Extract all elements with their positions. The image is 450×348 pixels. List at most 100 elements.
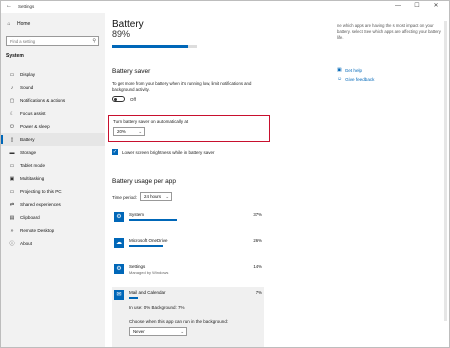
clipboard-icon: ▤ [9,214,15,221]
feedback-icon: ☺ [337,76,343,82]
toggle-state-label: Off [130,97,136,102]
main-content: Battery 89% Battery saver To get more fr… [105,13,449,347]
gear-icon: ⚙ [114,212,124,222]
sidebar-item-shared-experiences[interactable]: ⇄ Shared experiences [1,198,105,211]
sidebar-item-label: Projecting to this PC [20,189,62,194]
sidebar-item-label: Display [20,72,36,77]
mail-icon: ✉ [114,290,124,300]
sidebar-item-power-sleep[interactable]: ⏻ Power & sleep [1,120,105,133]
sidebar-section-title: System [6,53,24,59]
shared-icon: ⇄ [9,201,15,208]
sidebar-item-display[interactable]: ▭ Display [1,68,105,81]
back-arrow-icon[interactable]: ← [6,3,12,9]
auto-saver-threshold-select[interactable]: 20% ⌄ [113,127,145,136]
sidebar-item-label: Sound [20,85,34,90]
cloud-icon: ☁ [114,238,124,248]
storage-icon: ▬ [9,149,15,156]
settings-window: ← Settings — ☐ ✕ ⌂ Home Find a setting ⚲… [0,0,450,348]
chevron-down-icon: ⌄ [165,194,169,199]
battery-saver-description: To get more from your battery when it's … [112,81,252,92]
remote-desktop-icon: » [10,227,14,234]
auto-saver-threshold-value: 20% [117,129,126,134]
sidebar-item-remote-desktop[interactable]: » Remote Desktop [1,224,105,237]
sidebar-item-tablet-mode[interactable]: ▭ Tablet mode [1,159,105,172]
sidebar-item-label: Tablet mode [20,163,46,168]
app-name: Settings [129,264,146,269]
sidebar-item-label: About [20,241,33,246]
focus-assist-icon: ☾ [9,110,15,117]
time-period-label: Time period: [112,195,137,200]
auto-saver-label: Turn battery saver on automatically at [113,119,189,124]
sidebar-item-label: Shared experiences [20,202,61,207]
time-period-select[interactable]: 24 hours ⌄ [140,192,172,201]
app-usage-row[interactable]: ✉ Mail and Calendar 7% In use: 0% Backgroun… [112,287,264,347]
app-usage-row[interactable]: ☁ Microsoft OneDrive 26% [112,235,264,261]
sidebar-home[interactable]: ⌂ Home [6,21,30,27]
app-usage-bar [129,219,177,221]
close-button[interactable]: ✕ [429,2,443,11]
home-label: Home [17,21,31,27]
sidebar-item-clipboard[interactable]: ▤ Clipboard [1,211,105,224]
time-period-value: 24 hours [144,194,162,199]
app-usage-row[interactable]: ⚙ Settings Managed by Windows 14% [112,261,264,287]
window-title: Settings [18,4,35,9]
search-input[interactable]: Find a setting ⚲ [6,36,99,46]
app-usage-percent: 7% [255,290,262,295]
battery-saver-toggle[interactable] [112,96,125,102]
scrollbar[interactable] [444,21,447,321]
lower-brightness-label: Lower screen brightness while in battery… [122,150,215,155]
sidebar-item-about[interactable]: ⓘ About [1,237,105,250]
sidebar-item-multitasking[interactable]: ▣ Multitasking [1,172,105,185]
sound-icon: ♪ [10,84,14,91]
usage-heading: Battery usage per app [112,178,176,185]
sidebar-item-label: Storage [20,150,37,155]
app-usage-row[interactable]: ⚙ System 37% [112,209,264,235]
search-icon[interactable]: ⚲ [92,38,96,44]
app-name: Microsoft OneDrive [129,238,168,243]
app-usage-percent: 26% [253,238,262,243]
project-icon: ▭ [9,188,15,195]
battery-level-fill [112,45,188,48]
power-icon: ⏻ [10,123,14,130]
app-name: Mail and Calendar [129,290,166,295]
sidebar-item-label: Battery [20,137,35,142]
minimize-button[interactable]: — [391,2,405,11]
sidebar-item-label: Notifications & actions [20,98,66,103]
app-usage-percent: 14% [253,264,262,269]
app-usage-percent: 37% [253,212,262,217]
sidebar-item-label: Clipboard [20,215,40,220]
app-usage-bar [129,297,138,299]
help-icon: ▣ [337,67,342,73]
background-permission-value: Never [133,329,145,334]
sidebar: ⌂ Home Find a setting ⚲ System ▭ Display ♪… [1,13,105,347]
sidebar-item-notifications-actions[interactable]: ▢ Notifications & actions [1,94,105,107]
chevron-down-icon: ⌄ [180,329,184,334]
sidebar-item-label: Multitasking [20,176,45,181]
get-help-link[interactable]: ▣ Get help [337,67,362,73]
background-permission-select[interactable]: Never ⌄ [129,327,187,336]
notifications-icon: ▢ [9,97,15,104]
maximize-button[interactable]: ☐ [410,2,424,11]
give-feedback-link[interactable]: ☺ Give feedback [337,76,374,82]
get-help-label: Get help [344,67,363,73]
chevron-down-icon: ⌄ [138,129,142,134]
give-feedback-label: Give feedback [345,76,375,82]
battery-percentage: 89% [112,29,131,39]
sidebar-item-label: Power & sleep [20,124,50,129]
lower-brightness-checkbox[interactable]: ✓ [112,149,118,155]
battery-level-bar [112,45,197,48]
app-name: System [129,212,145,217]
gear-icon: ⚙ [114,264,124,274]
sidebar-item-sound[interactable]: ♪ Sound [1,81,105,94]
sidebar-item-projecting-to-this-pc[interactable]: ▭ Projecting to this PC [1,185,105,198]
search-placeholder: Find a setting [10,39,36,44]
app-usage-detail: In use: 0% Background: 7% [129,305,185,310]
multitasking-icon: ▣ [9,175,15,182]
app-subtitle: Managed by Windows [129,270,169,275]
sidebar-item-focus-assist[interactable]: ☾ Focus assist [1,107,105,120]
sidebar-item-storage[interactable]: ▬ Storage [1,146,105,159]
background-question: Choose when this app can run in the back… [129,319,229,324]
battery-icon: ▯ [10,136,14,143]
display-icon: ▭ [9,71,15,78]
sidebar-item-battery[interactable]: ▯ Battery [1,133,105,146]
